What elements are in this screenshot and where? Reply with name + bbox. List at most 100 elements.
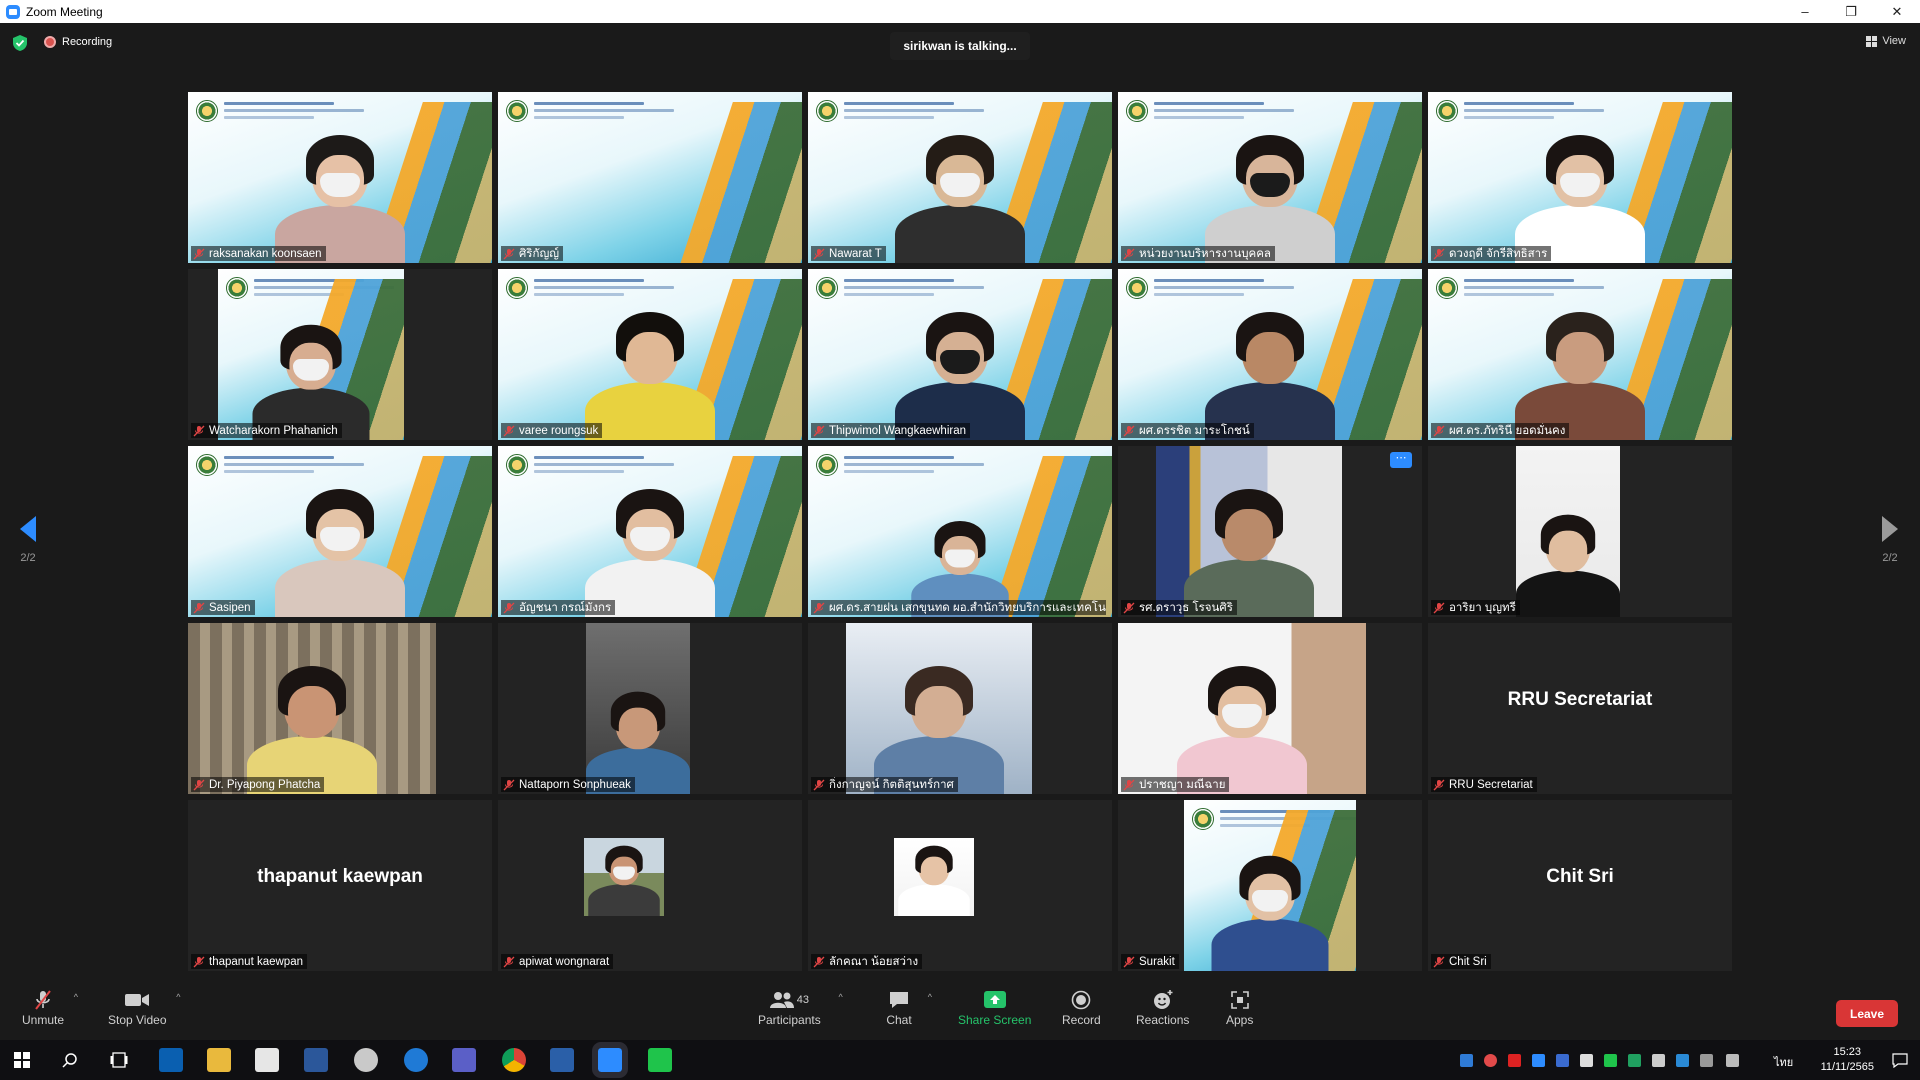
minimize-button[interactable]: – [1782,0,1828,23]
more-options-button[interactable]: ⋯ [1390,452,1412,468]
participant-tile[interactable]: ผศ.ดร.สายฝน เสกขุนทด ผอ.สำนักวิทยบริการแ… [808,446,1112,617]
participant-tile[interactable]: ผศ.ดรรชิต มาระโกชน์ [1118,269,1422,440]
participant-name-tag: RRU Secretariat [1431,777,1537,792]
participant-tile[interactable]: Chit Sri Chit Sri [1428,800,1732,971]
muted-mic-icon [193,779,205,790]
record-button[interactable]: Record [1062,990,1101,1027]
recording-indicator[interactable]: Recording [44,36,112,48]
window-titlebar: Zoom Meeting – ❐ ✕ [0,0,1920,23]
university-seal-icon [816,277,838,299]
outlook-icon[interactable] [550,1048,574,1072]
participant-tile[interactable]: thapanut kaewpan thapanut kaewpan [188,800,492,971]
previous-page-button[interactable]: 2/2 [8,516,48,564]
participant-tile[interactable]: อัญชนา กรณ์มังกร [498,446,802,617]
chat-caret-icon[interactable]: ^ [928,992,932,1002]
participant-tile[interactable]: apiwat wongnarat [498,800,802,971]
participant-tile[interactable]: Dr. Piyapong Phatcha [188,623,492,794]
tray-security-icon[interactable] [1628,1054,1641,1067]
participant-tile[interactable]: Thipwimol Wangkaewhiran [808,269,1112,440]
close-window-button[interactable]: ✕ [1874,0,1920,23]
tray-zoom-icon[interactable] [1532,1054,1545,1067]
security-shield-icon[interactable] [12,34,28,52]
participants-button[interactable]: 43 Participants ^ [758,990,843,1027]
tray-teams-icon[interactable] [1460,1054,1473,1067]
participant-tile[interactable]: varee roungsuk [498,269,802,440]
word-icon[interactable] [304,1048,328,1072]
participant-tile[interactable]: ดวงฤดี จักรีสิทธิสาร [1428,92,1732,263]
input-language[interactable]: ไทย [1774,1053,1793,1071]
participant-tile[interactable]: RRU Secretariat RRU Secretariat [1428,623,1732,794]
tray-network-icon[interactable] [1700,1054,1713,1067]
leave-button[interactable]: Leave [1836,1000,1898,1027]
participant-tile[interactable]: Watcharakorn Phahanich [188,269,492,440]
muted-mic-icon [503,779,515,790]
participant-tile[interactable]: Surakit [1118,800,1422,971]
next-page-button[interactable]: 2/2 [1870,516,1910,564]
tray-line-icon[interactable] [1604,1054,1617,1067]
windows-start-icon[interactable] [14,1052,30,1068]
clock-app-icon[interactable] [354,1048,378,1072]
restore-button[interactable]: ❐ [1828,0,1874,23]
university-seal-icon [226,277,248,299]
share-screen-button[interactable]: Share Screen [958,990,1031,1027]
tray-display-icon[interactable] [1652,1054,1665,1067]
system-clock[interactable]: 15:23 11/11/2565 [1821,1045,1874,1075]
participant-name-tag: Surakit [1121,954,1179,969]
participant-tile[interactable]: ⋯ รศ.ดราวุธ โรจนศิริ [1118,446,1422,617]
participant-tile[interactable]: ลักคณา น้อยสว่าง [808,800,1112,971]
participant-video [586,623,690,794]
university-seal-icon [1192,808,1214,830]
tray-cloud-icon[interactable] [1676,1054,1689,1067]
chrome-icon[interactable] [502,1048,526,1072]
participant-name: Nawarat T [829,247,882,260]
participant-tile[interactable]: Nattaporn Sonphueak [498,623,802,794]
participant-video-person [588,845,660,916]
video-camera-icon [124,990,150,1010]
participant-tile[interactable]: Nawarat T [808,92,1112,263]
participants-caret-icon[interactable]: ^ [838,992,842,1002]
chat-button[interactable]: Chat ^ [886,990,932,1027]
view-button[interactable]: View [1866,35,1906,47]
participant-tile[interactable]: Sasipen [188,446,492,617]
reactions-button[interactable]: Reactions [1136,990,1189,1027]
participant-name-tag: อัญชนา กรณ์มังกร [501,600,616,615]
muted-mic-icon [1433,425,1445,436]
tray-outlook-icon[interactable] [1556,1054,1569,1067]
participant-tile[interactable]: กิ่งกาญจน์ กิตติสุนทร์กาศ [808,623,1112,794]
participant-tile[interactable]: หน่วยงานบริหารงานบุคคล [1118,92,1422,263]
muted-mic-icon [813,956,825,967]
tray-antivirus-icon[interactable] [1484,1054,1497,1067]
zoom-taskbar-icon[interactable] [592,1042,628,1078]
store-icon[interactable] [255,1048,279,1072]
university-seal-icon [816,100,838,122]
audio-options-caret-icon[interactable]: ^ [74,992,78,1002]
participant-name: RRU Secretariat [1449,778,1533,791]
teams-icon[interactable] [452,1048,476,1072]
video-options-caret-icon[interactable]: ^ [176,992,180,1002]
participant-tile[interactable]: อาริยา บุญทรี [1428,446,1732,617]
muted-mic-icon [1123,602,1135,613]
internet-explorer-icon[interactable] [404,1048,428,1072]
participant-tile[interactable]: ศิริกัญญ์ [498,92,802,263]
tray-usb-icon[interactable] [1580,1054,1593,1067]
participant-video [1516,446,1620,617]
participant-tile[interactable]: ผศ.ดร.ภัทรินี ยอดมั่นคง [1428,269,1732,440]
notifications-icon[interactable] [1892,1052,1908,1068]
university-seal-icon [1126,100,1148,122]
unmute-label: Unmute [22,1013,65,1027]
edge-legacy-icon[interactable] [159,1048,183,1072]
tray-volume-icon[interactable] [1726,1054,1739,1067]
file-explorer-icon[interactable] [207,1048,231,1072]
stop-video-button[interactable]: Stop Video ^ [108,990,181,1027]
unmute-button[interactable]: Unmute ^ [22,990,78,1027]
participant-tile[interactable]: raksanakan koonsaen [188,92,492,263]
search-icon[interactable] [62,1052,78,1068]
apps-button[interactable]: Apps [1226,990,1253,1027]
video-gallery: raksanakan koonsaen ศิริกัญญ์ Nawarat T … [188,92,1733,971]
participant-tile[interactable]: ปราชญา มณีฉาย [1118,623,1422,794]
tray-app-icon[interactable] [1508,1054,1521,1067]
muted-mic-icon [1433,956,1445,967]
task-view-icon[interactable] [110,1052,128,1068]
line-app-icon[interactable] [648,1048,672,1072]
record-icon [1068,990,1094,1010]
